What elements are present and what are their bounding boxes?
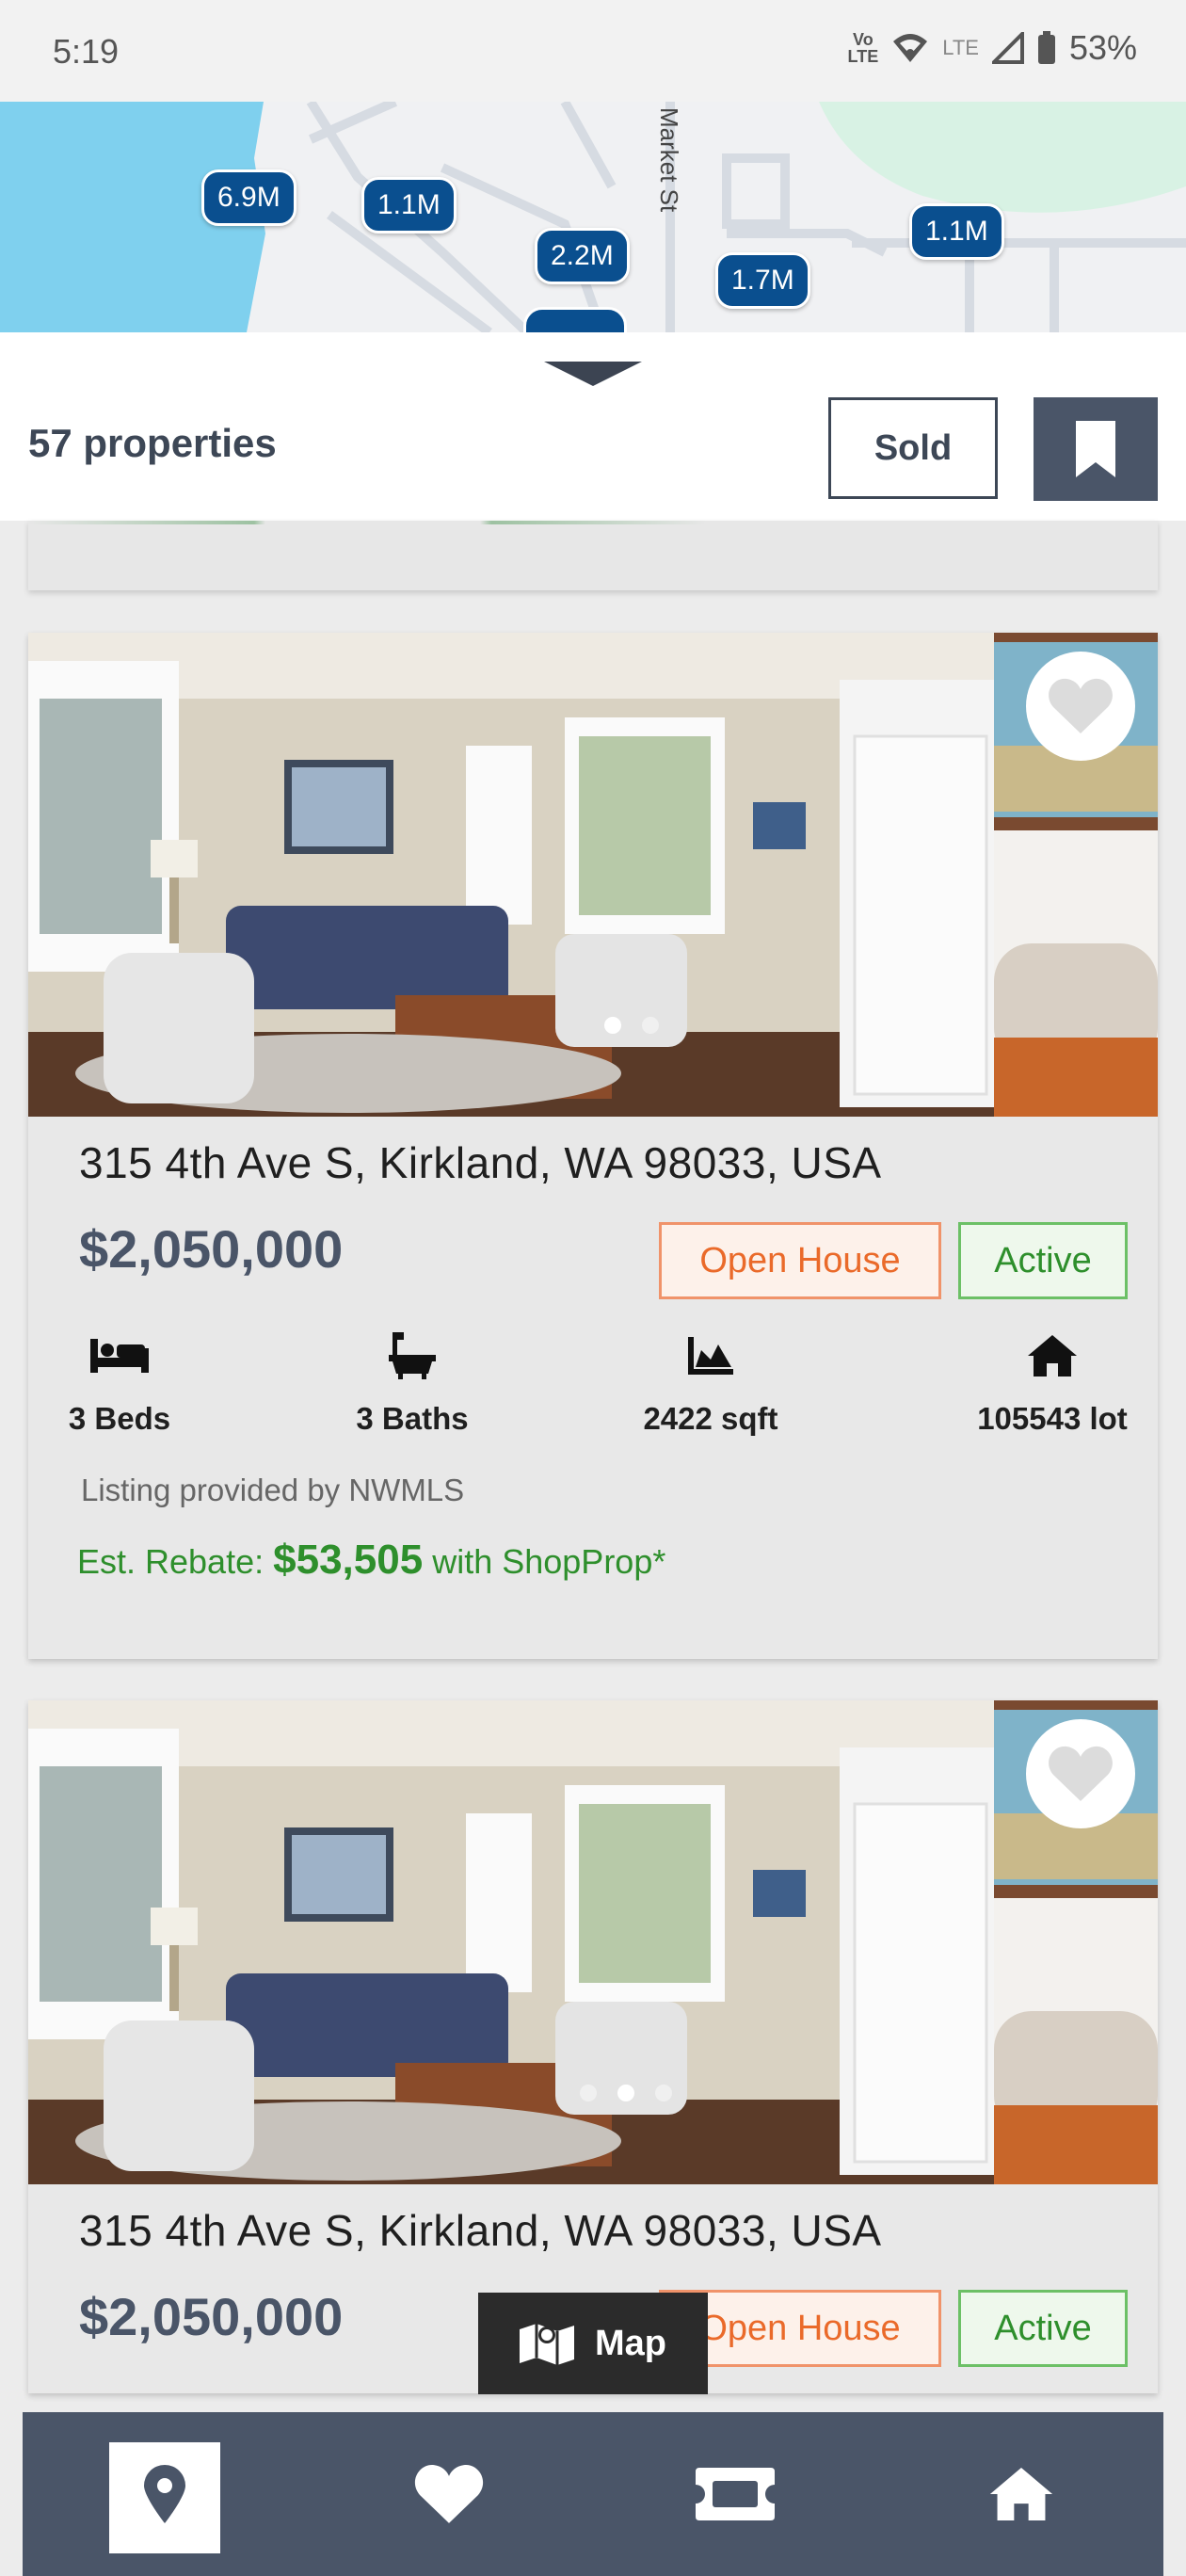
baths-label: 3 Baths: [356, 1401, 469, 1436]
listing-address: 315 4th Ave S, Kirkland, WA 98033, USA: [79, 2206, 882, 2255]
price-pin-partial[interactable]: [523, 307, 627, 332]
map-toggle-button[interactable]: Map: [478, 2293, 708, 2394]
save-search-button[interactable]: [1034, 397, 1158, 501]
rebate-prefix: Est. Rebate:: [77, 1542, 264, 1581]
network-type: LTE: [942, 36, 979, 59]
status-time: 5:19: [53, 32, 120, 71]
map-roads: [0, 102, 1186, 332]
sqft-feature: 2422 sqft: [631, 1329, 791, 1437]
beds-label: 3 Beds: [68, 1401, 171, 1436]
bathtub-icon: [389, 1332, 436, 1379]
status-icons: Vo LTE LTE 53%: [848, 28, 1137, 68]
location-pin-icon: [144, 2465, 185, 2523]
price-pin[interactable]: 6.9M: [201, 169, 296, 226]
living-room-photo: [28, 633, 994, 1117]
price-pin[interactable]: 1.1M: [909, 203, 1004, 260]
collapse-handle-icon[interactable]: [544, 362, 642, 386]
map-view[interactable]: Market St 6.9M 1.1M 2.2M 1.7M 1.1M: [0, 102, 1186, 332]
wifi-icon: [893, 34, 928, 62]
photo-pagination: [604, 1017, 659, 1034]
living-room-photo: [28, 1700, 994, 2184]
rebate-amount: $53,505: [273, 1537, 424, 1583]
previous-listing-card[interactable]: [28, 521, 1158, 590]
rebate-estimate: Est. Rebate: $53,505 with ShopProp*: [77, 1537, 665, 1584]
heart-icon: [1049, 1746, 1113, 1801]
listing-price: $2,050,000: [79, 1219, 344, 1279]
status-bar: 5:19 Vo LTE LTE 53%: [0, 0, 1186, 102]
street-label: Market St: [655, 107, 683, 213]
map-button-label: Map: [595, 2323, 666, 2363]
price-pin[interactable]: 1.1M: [361, 177, 457, 233]
listing-photo[interactable]: [28, 1700, 994, 2184]
house-icon: [1028, 1335, 1077, 1377]
lot-label: 105543 lot: [977, 1401, 1128, 1436]
listing-provider: Listing provided by NWMLS: [81, 1473, 465, 1507]
nav-home[interactable]: [941, 2412, 1101, 2576]
photo-pagination: [580, 2085, 672, 2101]
status-badge: Active: [958, 1222, 1128, 1299]
heart-icon: [1049, 678, 1113, 733]
baths-feature: 3 Baths: [346, 1329, 478, 1437]
property-count: 57 properties: [28, 421, 277, 465]
volte-indicator: Vo LTE: [847, 30, 879, 66]
open-house-badge: Open House: [659, 1222, 941, 1299]
bookmark-icon: [1076, 421, 1115, 477]
listing-photo[interactable]: [28, 633, 994, 1117]
nav-favorites[interactable]: [369, 2412, 529, 2576]
listing-address: 315 4th Ave S, Kirkland, WA 98033, USA: [79, 1138, 882, 1187]
signal-icon: [991, 32, 1024, 64]
ticket-icon: [696, 2468, 775, 2520]
heart-icon: [414, 2464, 484, 2523]
bed-icon: [90, 1339, 149, 1373]
price-pin[interactable]: 2.2M: [535, 228, 630, 284]
battery-percent: 53%: [1068, 28, 1137, 67]
price-pin[interactable]: 1.7M: [715, 252, 810, 309]
home-icon: [989, 2468, 1053, 2520]
area-chart-icon: [688, 1337, 733, 1375]
favorite-button[interactable]: [1026, 652, 1135, 761]
map-icon: [520, 2324, 574, 2365]
nav-tours[interactable]: [655, 2412, 815, 2576]
bottom-navigation: [23, 2412, 1163, 2576]
sold-filter-button[interactable]: Sold: [828, 397, 998, 499]
nav-map[interactable]: [109, 2412, 269, 2576]
beds-feature: 3 Beds: [58, 1329, 181, 1437]
status-badge: Active: [958, 2290, 1128, 2367]
listing-card[interactable]: 315 4th Ave S, Kirkland, WA 98033, USA $…: [28, 633, 1158, 1659]
lot-feature: 105543 lot: [958, 1329, 1146, 1437]
battery-icon: [1037, 31, 1055, 64]
sqft-label: 2422 sqft: [643, 1401, 778, 1436]
favorite-button[interactable]: [1026, 1719, 1135, 1828]
listing-card[interactable]: 315 4th Ave S, Kirkland, WA 98033, USA $…: [28, 1700, 1158, 2393]
listing-price: $2,050,000: [79, 2287, 344, 2346]
rebate-suffix: with ShopProp*: [432, 1542, 666, 1581]
